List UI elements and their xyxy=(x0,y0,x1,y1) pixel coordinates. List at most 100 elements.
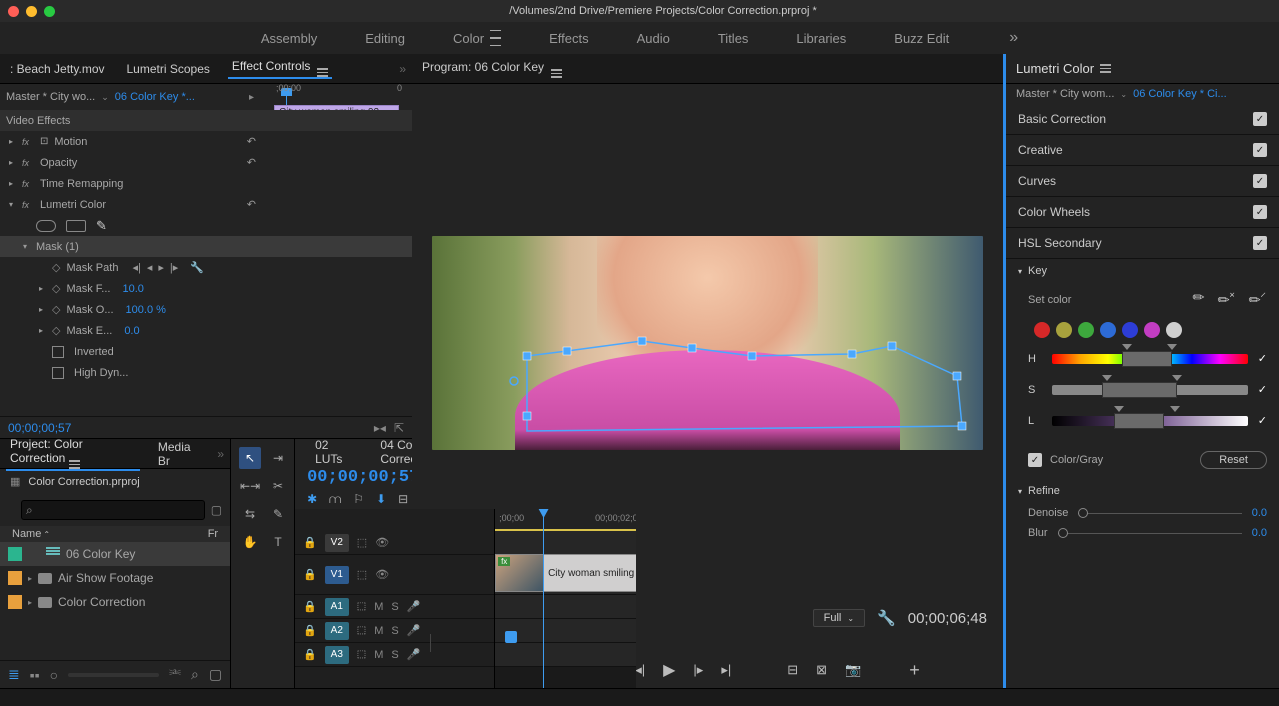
refine-disclosure[interactable]: ▾Refine xyxy=(1018,485,1267,497)
export-frame-icon[interactable]: 📷 xyxy=(845,662,861,678)
program-timecode-out[interactable]: 00;00;06;48 xyxy=(908,610,987,627)
snap-icon[interactable]: ✱ xyxy=(307,492,317,506)
program-scrub-bar[interactable] xyxy=(430,634,985,652)
section-enable-check[interactable]: ✓ xyxy=(1253,174,1267,188)
play-icon[interactable]: ▶ xyxy=(663,660,675,680)
eyedropper-remove-icon[interactable]: ✎₋ xyxy=(1245,285,1271,311)
eyedropper-icon[interactable]: ✎ xyxy=(1189,287,1209,307)
ec-opacity[interactable]: ▸fxOpacity↶ xyxy=(0,152,412,173)
hand-tool-icon[interactable]: ✋ xyxy=(239,531,261,553)
track-back-frame-icon[interactable]: ◂| xyxy=(132,261,140,274)
record-icon[interactable]: 🎤 xyxy=(407,600,421,613)
pen-tool-icon[interactable]: ✎ xyxy=(267,503,289,525)
marker-icon[interactable]: ⚐ xyxy=(353,492,364,506)
solo-icon[interactable]: S xyxy=(391,649,398,661)
track-header-a1[interactable]: 🔒A1⬚MS🎤 xyxy=(295,595,494,619)
icon-view-icon[interactable]: ▪▪ xyxy=(30,667,40,683)
record-icon[interactable]: 🎤 xyxy=(407,648,421,661)
fx-icon[interactable]: ⬚ xyxy=(357,601,366,612)
swatch-blue[interactable] xyxy=(1100,322,1116,338)
program-video-frame[interactable] xyxy=(432,236,983,450)
ellipse-mask-icon[interactable] xyxy=(36,220,56,232)
swatch-green[interactable] xyxy=(1078,322,1094,338)
track-header-v2[interactable]: 🔒V2⬚👁 xyxy=(295,531,494,555)
lift-icon[interactable]: ⊟ xyxy=(787,662,798,678)
ec-mask-1[interactable]: ▾Mask (1) xyxy=(0,236,412,257)
ec-time-remapping[interactable]: ▸fxTime Remapping xyxy=(0,173,412,194)
workspace-color[interactable]: Color xyxy=(453,30,501,47)
timeline-ruler[interactable]: ;00;00 00;00;02;00 00;00;04;00 00;00;06;… xyxy=(495,509,636,531)
panel-menu-icon[interactable] xyxy=(69,460,80,469)
lumetri-clip-label[interactable]: 06 Color Key * Ci... xyxy=(1133,88,1227,100)
project-item-air-show[interactable]: ▸ Air Show Footage xyxy=(0,566,230,590)
slip-tool-icon[interactable]: ⇆ xyxy=(239,503,261,525)
seq-tab-luts[interactable]: 02 LUTs xyxy=(309,436,348,468)
swatch-magenta[interactable] xyxy=(1144,322,1160,338)
list-view-icon[interactable]: ≣ xyxy=(8,666,20,683)
type-tool-icon[interactable]: T xyxy=(267,531,289,553)
panel-menu-icon[interactable] xyxy=(551,69,562,78)
new-bin-icon[interactable]: ▢ xyxy=(211,503,222,517)
ec-mask-expansion[interactable]: ▸◇Mask E...0.0 xyxy=(0,320,412,341)
workspace-menu-icon[interactable] xyxy=(490,30,501,47)
fx-icon[interactable]: ⬚ xyxy=(357,568,367,581)
lumetri-color-wheels[interactable]: Color Wheels✓ xyxy=(1006,197,1279,228)
button-editor-icon[interactable]: + xyxy=(909,660,920,681)
workspace-audio[interactable]: Audio xyxy=(637,31,670,46)
resolution-select[interactable]: Full ⌄ xyxy=(813,609,865,627)
lumetri-basic-correction[interactable]: Basic Correction✓ xyxy=(1006,104,1279,135)
ripple-edit-tool-icon[interactable]: ⇤⇥ xyxy=(239,475,261,497)
reset-icon[interactable]: ↶ xyxy=(247,135,256,148)
reset-icon[interactable]: ↶ xyxy=(247,156,256,169)
lock-icon[interactable]: 🔒 xyxy=(303,624,317,637)
panel-overflow-icon[interactable]: » xyxy=(399,62,406,76)
mute-icon[interactable]: M xyxy=(374,625,383,637)
ec-lumetri-color[interactable]: ▾fxLumetri Color↶ xyxy=(0,194,412,215)
ec-timecode[interactable]: 00;00;00;57 xyxy=(8,421,71,435)
lock-icon[interactable]: 🔒 xyxy=(303,648,317,661)
chevron-down-icon[interactable]: ⌄ xyxy=(101,92,109,103)
insert-icon[interactable]: ⬇ xyxy=(376,492,386,506)
tab-lumetri-scopes[interactable]: Lumetri Scopes xyxy=(123,62,214,76)
linked-selection-icon[interactable]: ⩋ xyxy=(329,492,341,507)
lock-icon[interactable]: 🔒 xyxy=(303,600,317,613)
key-disclosure[interactable]: ▾Key xyxy=(1018,265,1267,277)
selection-tool-icon[interactable]: ↖ xyxy=(239,447,261,469)
color-gray-check[interactable]: ✓ xyxy=(1028,453,1042,467)
swatch-white[interactable] xyxy=(1166,322,1182,338)
reset-icon[interactable]: ↶ xyxy=(247,198,256,211)
l-enable-check[interactable]: ✓ xyxy=(1258,414,1267,427)
maximize-window-icon[interactable] xyxy=(44,6,55,17)
section-enable-check[interactable]: ✓ xyxy=(1253,236,1267,250)
saturation-range[interactable]: S ✓ xyxy=(1028,383,1267,396)
project-search-input[interactable] xyxy=(21,500,205,520)
wrench-icon[interactable]: 🔧 xyxy=(190,261,204,274)
go-to-out-icon[interactable]: ▸| xyxy=(721,662,731,678)
track-header-v1[interactable]: 🔒V1⬚👁 xyxy=(295,555,494,595)
reset-button[interactable]: Reset xyxy=(1200,451,1267,469)
panel-overflow-icon[interactable]: » xyxy=(217,447,224,461)
auto-sequence-icon[interactable]: ⎃ xyxy=(169,666,181,683)
lock-icon[interactable]: 🔒 xyxy=(303,536,317,549)
fx-icon[interactable]: ⬚ xyxy=(357,649,366,660)
h-enable-check[interactable]: ✓ xyxy=(1258,352,1267,365)
ec-inverted[interactable]: Inverted xyxy=(0,341,412,362)
swatch-olive[interactable] xyxy=(1056,322,1072,338)
playhead[interactable] xyxy=(543,509,544,688)
close-window-icon[interactable] xyxy=(8,6,19,17)
record-icon[interactable]: 🎤 xyxy=(407,624,421,637)
ec-clip-label[interactable]: 06 Color Key *... xyxy=(115,91,195,103)
s-enable-check[interactable]: ✓ xyxy=(1258,383,1267,396)
blur-value[interactable]: 0.0 xyxy=(1252,527,1267,539)
tab-media-browser[interactable]: Media Br xyxy=(154,440,204,468)
track-select-tool-icon[interactable]: ⇥ xyxy=(267,447,289,469)
ec-mask-feather[interactable]: ▸◇Mask F...10.0 xyxy=(0,278,412,299)
swatch-indigo[interactable] xyxy=(1122,322,1138,338)
razor-tool-icon[interactable]: ✂ xyxy=(267,475,289,497)
luma-range[interactable]: L ✓ xyxy=(1028,414,1267,427)
step-back-icon[interactable]: ◂| xyxy=(635,662,645,678)
ec-play-icon[interactable]: ▸ xyxy=(249,92,254,103)
thumb-size-slider[interactable] xyxy=(68,673,159,677)
lumetri-creative[interactable]: Creative✓ xyxy=(1006,135,1279,166)
workspace-overflow-icon[interactable]: » xyxy=(1009,29,1018,47)
